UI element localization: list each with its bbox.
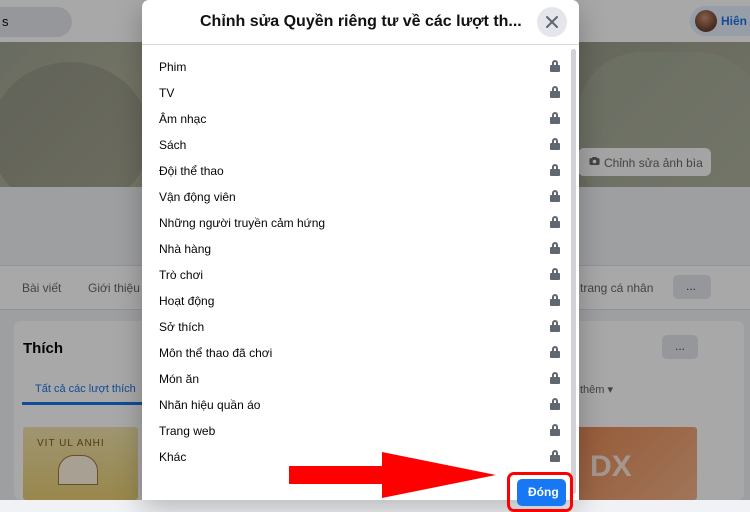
privacy-list-item[interactable]: Nhãn hiệu quần áo [142,392,564,418]
lock-icon[interactable] [550,190,560,202]
modal-scrollbar[interactable] [571,49,576,494]
privacy-list-item[interactable]: TV [142,80,564,106]
privacy-list-item[interactable]: Nhà hàng [142,236,564,262]
privacy-list-item[interactable]: Âm nhạc [142,106,564,132]
lock-icon[interactable] [550,268,560,280]
lock-icon[interactable] [550,86,560,98]
category-label: Phim [159,60,187,74]
privacy-list-item[interactable]: Sách [142,132,564,158]
category-label: Môn thể thao đã chơi [159,346,273,360]
modal-title: Chỉnh sửa Quyền riêng tư về các lượt th.… [200,13,522,30]
lock-icon[interactable] [550,216,560,228]
privacy-list-item[interactable]: Sở thích [142,314,564,340]
lock-body [550,299,560,306]
category-label: Vận động viên [159,190,236,204]
lock-body [550,117,560,124]
privacy-list-item[interactable]: Trang web [142,418,564,444]
privacy-list-item[interactable]: Đội thể thao [142,158,564,184]
lock-icon[interactable] [550,164,560,176]
lock-icon[interactable] [550,112,560,124]
lock-icon[interactable] [550,424,560,436]
lock-body [550,65,560,72]
lock-icon[interactable] [550,138,560,150]
category-label: Sách [159,138,187,152]
lock-icon[interactable] [550,398,560,410]
privacy-list-item[interactable]: Phim [142,54,564,80]
lock-icon[interactable] [550,372,560,384]
lock-body [550,273,560,280]
close-button[interactable] [537,7,567,37]
lock-body [550,143,560,150]
done-button-label: Đóng [528,485,559,499]
category-label: Trang web [159,424,216,438]
category-label: Khác [159,450,187,464]
lock-body [550,351,560,358]
category-label: Những người truyền cảm hứng [159,216,326,230]
lock-body [550,247,560,254]
privacy-modal: Chỉnh sửa Quyền riêng tư về các lượt th.… [142,0,579,500]
lock-body [550,169,560,176]
lock-body [550,377,560,384]
category-label: TV [159,86,175,100]
lock-body [550,221,560,228]
privacy-list-item[interactable]: Hoạt động [142,288,564,314]
category-label: Nhà hàng [159,242,212,256]
category-label: Hoạt động [159,294,215,308]
lock-icon[interactable] [550,346,560,358]
lock-body [550,195,560,202]
red-arrow-icon [289,452,496,498]
category-label: Trò chơi [159,268,204,282]
lock-icon[interactable] [550,60,560,72]
category-label: Sở thích [159,320,205,334]
lock-icon[interactable] [550,294,560,306]
done-button[interactable]: Đóng [517,479,566,506]
lock-icon[interactable] [550,320,560,332]
privacy-list-item[interactable]: Món ăn [142,366,564,392]
header-divider [142,44,579,45]
category-label: Nhãn hiệu quần áo [159,398,261,412]
category-label: Âm nhạc [159,112,207,126]
privacy-list-item[interactable]: Trò chơi [142,262,564,288]
privacy-list-item[interactable]: Môn thể thao đã chơi [142,340,564,366]
close-icon [546,16,558,28]
privacy-list-item[interactable]: Những người truyền cảm hứng [142,210,564,236]
privacy-list-item[interactable]: Vận động viên [142,184,564,210]
lock-body [550,403,560,410]
lock-body [550,455,560,462]
lock-body [550,325,560,332]
lock-body [550,429,560,436]
category-label: Món ăn [159,372,200,386]
lock-icon[interactable] [550,242,560,254]
lock-body [550,91,560,98]
category-label: Đội thể thao [159,164,224,178]
lock-icon[interactable] [550,450,560,462]
